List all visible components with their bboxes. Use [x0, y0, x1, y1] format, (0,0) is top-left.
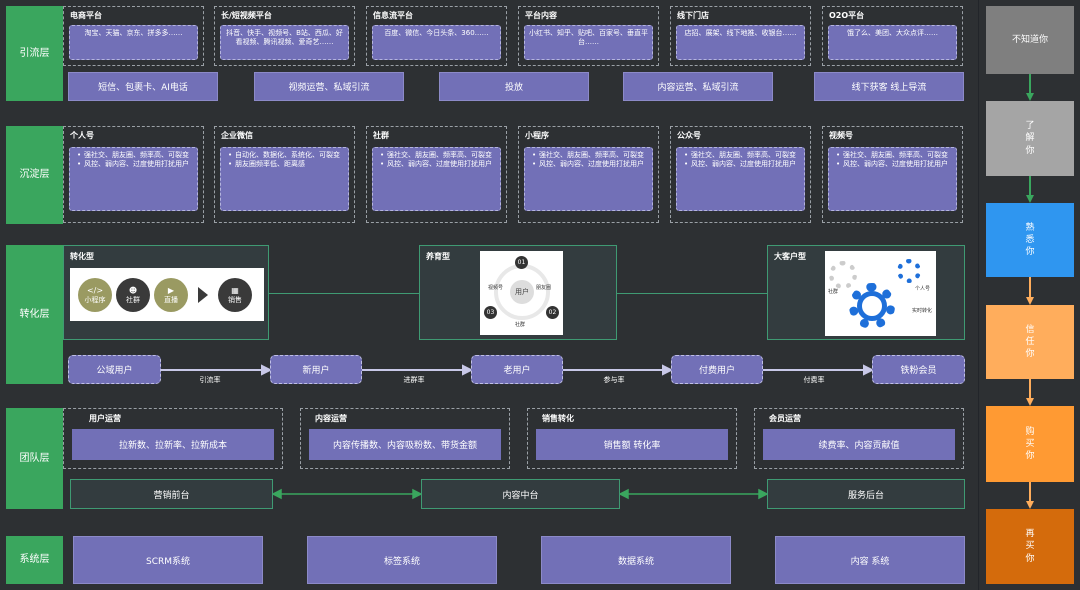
- journey-stage-repurchase: 再买你: [986, 509, 1074, 584]
- journey-arrows: [1026, 74, 1034, 509]
- journey-label: 再买你: [1025, 529, 1035, 564]
- journey-stage-aware: 了解你: [986, 101, 1074, 176]
- journey-label: 信任你: [1025, 324, 1035, 360]
- journey-label: 熟悉你: [1025, 222, 1035, 258]
- journey-label: 了解你: [1025, 121, 1035, 156]
- journey-stage-unknown: 不知道你: [986, 6, 1074, 74]
- journey-stage-trust: 信任你: [986, 305, 1074, 379]
- journey-label: 购买你: [1025, 426, 1035, 462]
- journey-label: 不知道你: [1011, 34, 1048, 45]
- journey-stage-familiar: 熟悉你: [986, 203, 1074, 277]
- journey-stage-purchase: 购买你: [986, 406, 1074, 482]
